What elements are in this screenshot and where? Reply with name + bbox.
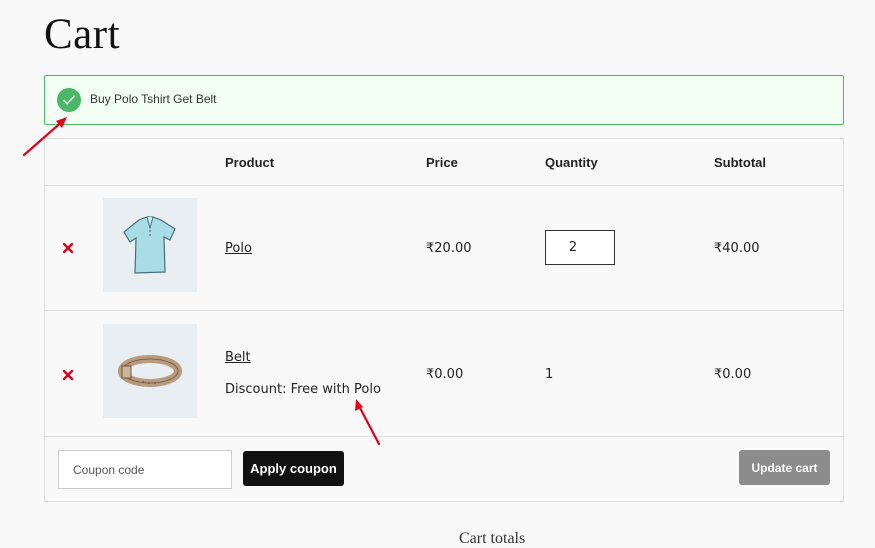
success-notice: Buy Polo Tshirt Get Belt xyxy=(44,75,844,125)
coupon-code-input[interactable] xyxy=(58,450,232,489)
item-subtotal: ₹0.00 xyxy=(714,367,752,382)
column-header-subtotal: Subtotal xyxy=(714,155,766,170)
row-divider xyxy=(45,310,843,311)
row-divider xyxy=(45,436,843,437)
column-header-quantity: Quantity xyxy=(545,155,598,170)
item-subtotal: ₹40.00 xyxy=(714,241,760,256)
annotation-arrow-icon xyxy=(355,399,381,446)
check-circle-icon xyxy=(57,88,81,112)
item-price: ₹20.00 xyxy=(426,241,472,256)
apply-coupon-button[interactable]: Apply coupon xyxy=(243,451,344,486)
cart-table: Product Price Quantity Subtotal Polo ₹20… xyxy=(44,138,844,502)
column-header-price: Price xyxy=(426,155,458,170)
item-price: ₹0.00 xyxy=(426,367,464,382)
quantity-input[interactable] xyxy=(545,230,615,265)
product-link[interactable]: Belt xyxy=(225,350,251,365)
product-thumbnail[interactable] xyxy=(103,324,197,418)
cart-totals-heading: Cart totals xyxy=(459,530,526,547)
column-header-product: Product xyxy=(225,155,275,170)
notice-message: Buy Polo Tshirt Get Belt xyxy=(90,92,217,106)
annotation-arrow-icon xyxy=(22,117,67,157)
polo-shirt-image xyxy=(123,216,176,274)
remove-item-icon[interactable] xyxy=(62,369,74,381)
product-thumbnail[interactable] xyxy=(103,198,197,292)
page-title: Cart xyxy=(44,11,121,58)
update-cart-button[interactable]: Update cart xyxy=(739,450,830,485)
remove-item-icon[interactable] xyxy=(62,242,74,254)
product-link[interactable]: Polo xyxy=(225,241,252,256)
row-divider xyxy=(45,185,843,186)
item-quantity: 1 xyxy=(545,367,554,382)
belt-image xyxy=(118,355,182,387)
